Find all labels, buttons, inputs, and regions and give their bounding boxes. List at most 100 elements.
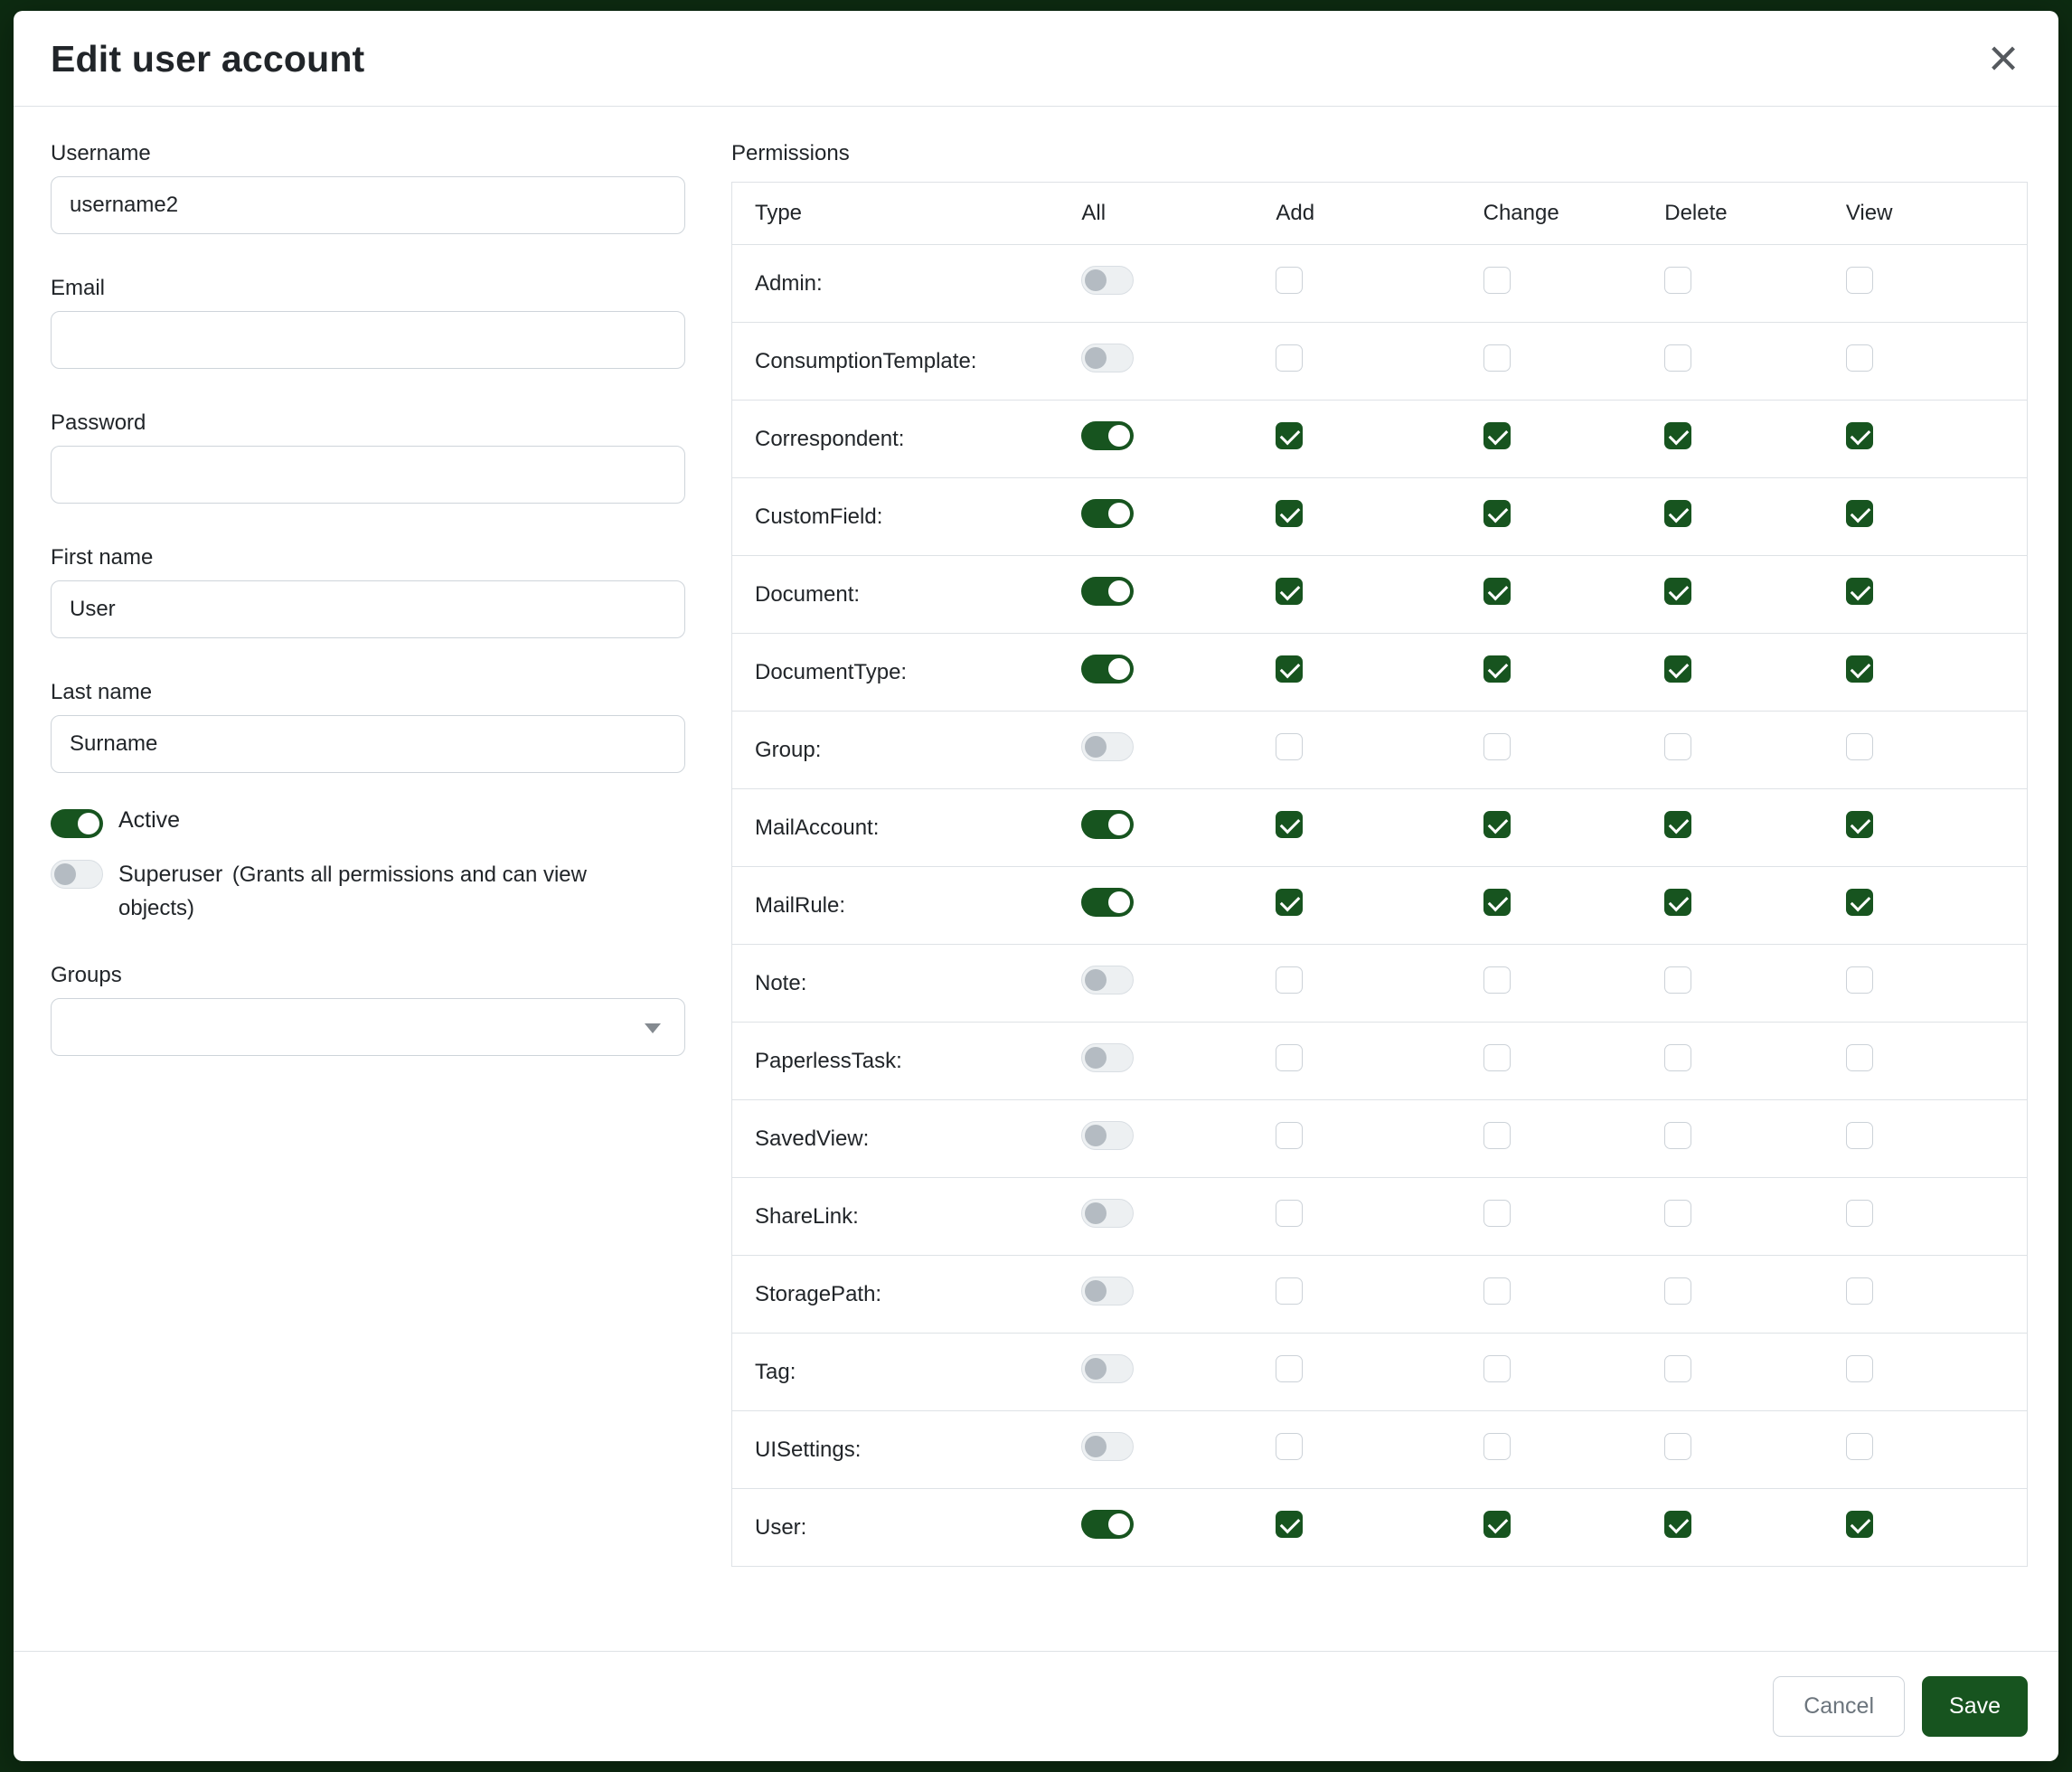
permission-checkbox-change[interactable] <box>1483 1044 1511 1071</box>
permission-checkbox-view[interactable] <box>1846 1044 1873 1071</box>
permission-checkbox-delete[interactable] <box>1664 966 1691 994</box>
permission-toggle-all[interactable] <box>1081 655 1134 683</box>
permission-checkbox-delete[interactable] <box>1664 811 1691 838</box>
permission-checkbox-change[interactable] <box>1483 966 1511 994</box>
permission-checkbox-view[interactable] <box>1846 267 1873 294</box>
permission-checkbox-add[interactable] <box>1276 1200 1303 1227</box>
permission-checkbox-delete[interactable] <box>1664 733 1691 760</box>
cancel-button[interactable]: Cancel <box>1773 1676 1905 1737</box>
permission-checkbox-change[interactable] <box>1483 1355 1511 1382</box>
email-field[interactable] <box>51 311 685 369</box>
permission-checkbox-change[interactable] <box>1483 1277 1511 1305</box>
permission-checkbox-delete[interactable] <box>1664 1277 1691 1305</box>
permission-checkbox-add[interactable] <box>1276 1277 1303 1305</box>
permission-checkbox-change[interactable] <box>1483 578 1511 605</box>
permission-checkbox-view[interactable] <box>1846 500 1873 527</box>
permission-checkbox-add[interactable] <box>1276 889 1303 916</box>
active-toggle[interactable] <box>51 809 103 838</box>
permission-checkbox-delete[interactable] <box>1664 1200 1691 1227</box>
permission-checkbox-add[interactable] <box>1276 811 1303 838</box>
permission-toggle-all[interactable] <box>1081 1510 1134 1539</box>
permission-checkbox-change[interactable] <box>1483 655 1511 683</box>
username-input[interactable] <box>51 176 685 234</box>
permission-checkbox-view[interactable] <box>1846 889 1873 916</box>
permission-checkbox-add[interactable] <box>1276 966 1303 994</box>
permission-checkbox-delete[interactable] <box>1664 1433 1691 1460</box>
permission-checkbox-delete[interactable] <box>1664 655 1691 683</box>
permission-checkbox-view[interactable] <box>1846 1355 1873 1382</box>
permission-row: DocumentType: <box>732 634 2028 712</box>
permission-toggle-all[interactable] <box>1081 732 1134 761</box>
permission-checkbox-add[interactable] <box>1276 1122 1303 1149</box>
permission-toggle-all[interactable] <box>1081 1432 1134 1461</box>
password-field[interactable] <box>51 446 685 504</box>
permission-toggle-all[interactable] <box>1081 966 1134 994</box>
permission-checkbox-delete[interactable] <box>1664 344 1691 372</box>
permission-checkbox-view[interactable] <box>1846 1122 1873 1149</box>
permission-checkbox-view[interactable] <box>1846 344 1873 372</box>
permission-toggle-all[interactable] <box>1081 1199 1134 1228</box>
permission-checkbox-add[interactable] <box>1276 422 1303 449</box>
permission-toggle-all[interactable] <box>1081 499 1134 528</box>
permission-checkbox-view[interactable] <box>1846 811 1873 838</box>
permission-toggle-all[interactable] <box>1081 1354 1134 1383</box>
first-name-input[interactable] <box>51 580 685 638</box>
permission-checkbox-delete[interactable] <box>1664 1355 1691 1382</box>
permission-checkbox-view[interactable] <box>1846 1277 1873 1305</box>
permission-checkbox-view[interactable] <box>1846 578 1873 605</box>
permission-checkbox-add[interactable] <box>1276 267 1303 294</box>
col-header-view: View <box>1846 183 2028 245</box>
permission-checkbox-delete[interactable] <box>1664 500 1691 527</box>
permission-checkbox-add[interactable] <box>1276 500 1303 527</box>
permission-checkbox-change[interactable] <box>1483 267 1511 294</box>
permission-checkbox-delete[interactable] <box>1664 1044 1691 1071</box>
permission-toggle-all[interactable] <box>1081 1277 1134 1305</box>
permission-checkbox-add[interactable] <box>1276 1355 1303 1382</box>
permission-toggle-all[interactable] <box>1081 577 1134 606</box>
permission-type-label: Document: <box>755 582 860 607</box>
permission-checkbox-add[interactable] <box>1276 1044 1303 1071</box>
permission-checkbox-view[interactable] <box>1846 1200 1873 1227</box>
permission-checkbox-change[interactable] <box>1483 422 1511 449</box>
close-icon[interactable]: × <box>1988 38 2019 80</box>
permission-toggle-all[interactable] <box>1081 266 1134 295</box>
permission-checkbox-change[interactable] <box>1483 500 1511 527</box>
permission-checkbox-view[interactable] <box>1846 1433 1873 1460</box>
permission-checkbox-delete[interactable] <box>1664 889 1691 916</box>
permission-toggle-all[interactable] <box>1081 344 1134 372</box>
permission-checkbox-add[interactable] <box>1276 1511 1303 1538</box>
last-name-input[interactable] <box>51 715 685 773</box>
permission-checkbox-change[interactable] <box>1483 811 1511 838</box>
permission-toggle-all[interactable] <box>1081 421 1134 450</box>
permission-toggle-all[interactable] <box>1081 1121 1134 1150</box>
permission-checkbox-change[interactable] <box>1483 733 1511 760</box>
save-button[interactable]: Save <box>1922 1676 2028 1737</box>
permission-checkbox-add[interactable] <box>1276 578 1303 605</box>
permission-checkbox-delete[interactable] <box>1664 422 1691 449</box>
permission-checkbox-delete[interactable] <box>1664 1511 1691 1538</box>
permission-checkbox-view[interactable] <box>1846 422 1873 449</box>
permission-checkbox-delete[interactable] <box>1664 578 1691 605</box>
permission-checkbox-change[interactable] <box>1483 1200 1511 1227</box>
email-label: Email <box>51 276 685 301</box>
permission-checkbox-change[interactable] <box>1483 344 1511 372</box>
permission-checkbox-view[interactable] <box>1846 966 1873 994</box>
permission-toggle-all[interactable] <box>1081 888 1134 917</box>
permission-toggle-all[interactable] <box>1081 1043 1134 1072</box>
permission-checkbox-delete[interactable] <box>1664 267 1691 294</box>
permission-checkbox-view[interactable] <box>1846 655 1873 683</box>
permission-checkbox-delete[interactable] <box>1664 1122 1691 1149</box>
groups-select[interactable] <box>51 998 685 1056</box>
superuser-toggle[interactable] <box>51 860 103 889</box>
permission-checkbox-view[interactable] <box>1846 1511 1873 1538</box>
permission-checkbox-view[interactable] <box>1846 733 1873 760</box>
permission-toggle-all[interactable] <box>1081 810 1134 839</box>
permission-checkbox-add[interactable] <box>1276 344 1303 372</box>
permission-checkbox-change[interactable] <box>1483 1122 1511 1149</box>
permission-checkbox-change[interactable] <box>1483 1433 1511 1460</box>
permission-checkbox-change[interactable] <box>1483 889 1511 916</box>
permission-checkbox-add[interactable] <box>1276 655 1303 683</box>
permission-checkbox-add[interactable] <box>1276 733 1303 760</box>
permission-checkbox-change[interactable] <box>1483 1511 1511 1538</box>
permission-checkbox-add[interactable] <box>1276 1433 1303 1460</box>
